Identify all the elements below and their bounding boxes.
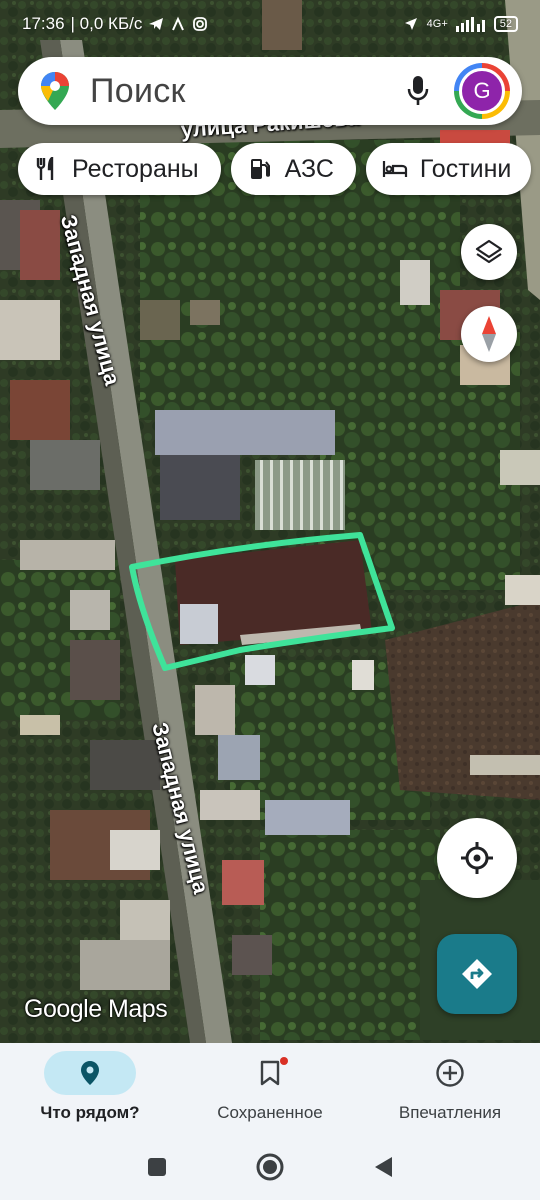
- app-notification-icon: [172, 16, 185, 31]
- location-arrow-icon: [404, 18, 417, 30]
- home-button[interactable]: [250, 1147, 290, 1187]
- google-maps-watermark: Google Maps: [24, 995, 168, 1023]
- location-pin-icon: [81, 1061, 99, 1085]
- telegram-icon: [149, 18, 164, 30]
- nav-contribute[interactable]: Впечатления: [360, 1043, 540, 1133]
- mic-icon: [407, 76, 429, 105]
- notification-dot: [280, 1057, 288, 1065]
- nav-explore[interactable]: Что рядом?: [0, 1043, 180, 1133]
- restaurant-icon: [34, 156, 60, 182]
- mic-button[interactable]: [398, 71, 438, 111]
- nav-contribute-pill: [404, 1051, 496, 1095]
- signal-icon: [455, 17, 485, 32]
- my-location-button[interactable]: [437, 818, 517, 898]
- back-button[interactable]: [363, 1147, 403, 1187]
- status-bar: 17:36 | 0,0 КБ/с 4G+ 52: [0, 0, 540, 48]
- recent-apps-button[interactable]: [137, 1147, 177, 1187]
- chip-hotels[interactable]: Гостини: [365, 143, 532, 195]
- chip-gas-stations[interactable]: АЗС: [230, 143, 356, 195]
- avatar: G: [459, 68, 505, 114]
- chip-restaurants[interactable]: Рестораны: [18, 143, 221, 195]
- nav-explore-pill: [44, 1051, 136, 1095]
- add-circle-icon: [436, 1059, 464, 1087]
- chip-label: Рестораны: [72, 154, 199, 183]
- account-avatar-button[interactable]: G: [454, 63, 510, 119]
- status-time: 17:36: [22, 14, 65, 33]
- directions-icon: [462, 959, 492, 989]
- nav-label: Сохраненное: [217, 1103, 323, 1122]
- search-input[interactable]: Поиск: [90, 72, 398, 111]
- my-location-icon: [461, 842, 493, 874]
- square-icon: [147, 1157, 166, 1176]
- compass-button[interactable]: [461, 306, 517, 362]
- search-bar[interactable]: Поиск G: [18, 57, 522, 125]
- directions-button[interactable]: [437, 934, 517, 1014]
- system-navigation-bar: [0, 1133, 540, 1200]
- chip-label: АЗС: [284, 154, 334, 183]
- compass-icon: [482, 316, 496, 352]
- layers-icon: [475, 239, 503, 264]
- hotel-bed-icon: [382, 156, 408, 182]
- google-maps-pin-icon: [41, 72, 69, 110]
- bookmark-icon: [260, 1060, 280, 1086]
- layers-button[interactable]: [461, 224, 517, 280]
- status-network-speed: | 0,0 КБ/с: [70, 14, 143, 33]
- nav-saved[interactable]: Сохраненное: [180, 1043, 360, 1133]
- instagram-icon: [193, 17, 208, 31]
- chip-label: Гостини: [419, 154, 512, 183]
- bottom-navigation: Что рядом? Сохраненное Впечатления: [0, 1043, 540, 1133]
- nav-saved-pill: [224, 1051, 316, 1095]
- gas-station-icon: [247, 156, 273, 182]
- back-triangle-icon: [375, 1156, 393, 1177]
- nav-label: Что рядом?: [40, 1103, 140, 1122]
- category-chips: Рестораны АЗС Гостини: [18, 143, 540, 195]
- nav-label: Впечатления: [398, 1103, 502, 1122]
- battery-indicator: 52: [493, 16, 518, 32]
- home-circle-icon: [256, 1153, 284, 1180]
- network-type: 4G+: [426, 18, 448, 30]
